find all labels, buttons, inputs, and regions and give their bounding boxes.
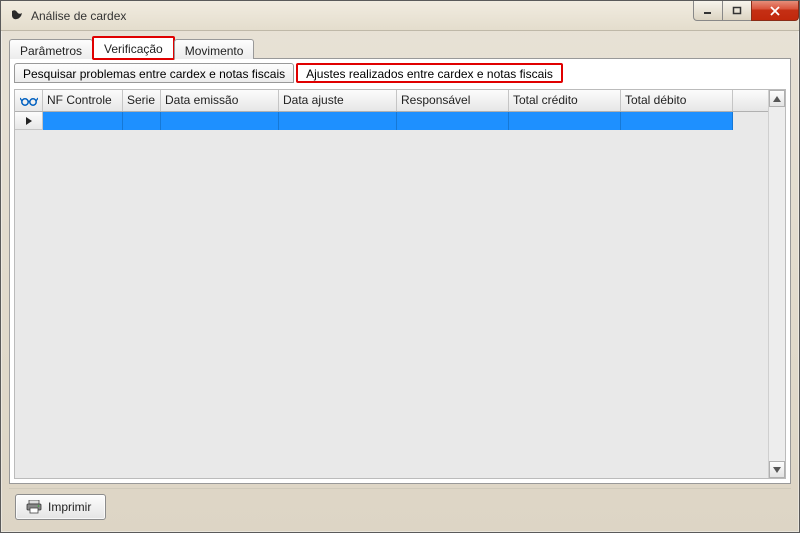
col-total-credito[interactable]: Total crédito xyxy=(509,90,621,111)
cell-data-ajuste[interactable] xyxy=(279,112,397,130)
close-button[interactable] xyxy=(751,1,799,21)
cell-total-debito[interactable] xyxy=(621,112,733,130)
window-controls xyxy=(694,1,799,30)
scroll-up-button[interactable] xyxy=(769,90,785,107)
col-nf-controle[interactable]: NF Controle xyxy=(43,90,123,111)
tab-movimento[interactable]: Movimento xyxy=(174,39,255,59)
app-window: Análise de cardex Parâmetros Verificação… xyxy=(0,0,800,533)
chevron-up-icon xyxy=(773,96,781,102)
table-row[interactable] xyxy=(15,112,768,130)
row-indicator xyxy=(15,112,43,130)
cell-data-emissao[interactable] xyxy=(161,112,279,130)
grid: NF Controle Serie Data emissão Data ajus… xyxy=(14,89,786,479)
scroll-down-button[interactable] xyxy=(769,461,785,478)
cell-nf-controle[interactable] xyxy=(43,112,123,130)
cell-responsavel[interactable] xyxy=(397,112,509,130)
sub-tabs: Pesquisar problemas entre cardex e notas… xyxy=(14,63,786,85)
printer-icon xyxy=(26,500,42,514)
main-tabs: Parâmetros Verificação Movimento xyxy=(9,37,791,59)
imprimir-label: Imprimir xyxy=(48,500,91,514)
col-serie[interactable]: Serie xyxy=(123,90,161,111)
chevron-down-icon xyxy=(773,467,781,473)
titlebar[interactable]: Análise de cardex xyxy=(1,1,799,31)
footer-bar: Imprimir xyxy=(9,488,791,524)
tab-panel: Pesquisar problemas entre cardex e notas… xyxy=(9,58,791,484)
subtab-ajustes[interactable]: Ajustes realizados entre cardex e notas … xyxy=(296,63,563,83)
window-title: Análise de cardex xyxy=(31,9,694,23)
tab-verificacao[interactable]: Verificação xyxy=(92,36,175,60)
col-data-ajuste[interactable]: Data ajuste xyxy=(279,90,397,111)
minimize-button[interactable] xyxy=(693,1,723,21)
col-data-emissao[interactable]: Data emissão xyxy=(161,90,279,111)
cell-serie[interactable] xyxy=(123,112,161,130)
maximize-button[interactable] xyxy=(722,1,752,21)
grid-header-row: NF Controle Serie Data emissão Data ajus… xyxy=(15,90,768,112)
scroll-track[interactable] xyxy=(769,107,785,461)
current-row-icon xyxy=(25,116,33,126)
tab-parametros[interactable]: Parâmetros xyxy=(9,39,93,59)
grid-header-icon[interactable] xyxy=(15,90,43,111)
col-responsavel[interactable]: Responsável xyxy=(397,90,509,111)
grid-body[interactable] xyxy=(15,112,768,478)
col-total-debito[interactable]: Total débito xyxy=(621,90,733,111)
app-icon xyxy=(9,8,25,24)
imprimir-button[interactable]: Imprimir xyxy=(15,494,106,520)
content-area: Parâmetros Verificação Movimento Pesquis… xyxy=(1,31,799,532)
subtab-pesquisar[interactable]: Pesquisar problemas entre cardex e notas… xyxy=(14,63,294,83)
vertical-scrollbar[interactable] xyxy=(768,90,785,478)
cell-total-credito[interactable] xyxy=(509,112,621,130)
glasses-icon xyxy=(20,95,38,107)
